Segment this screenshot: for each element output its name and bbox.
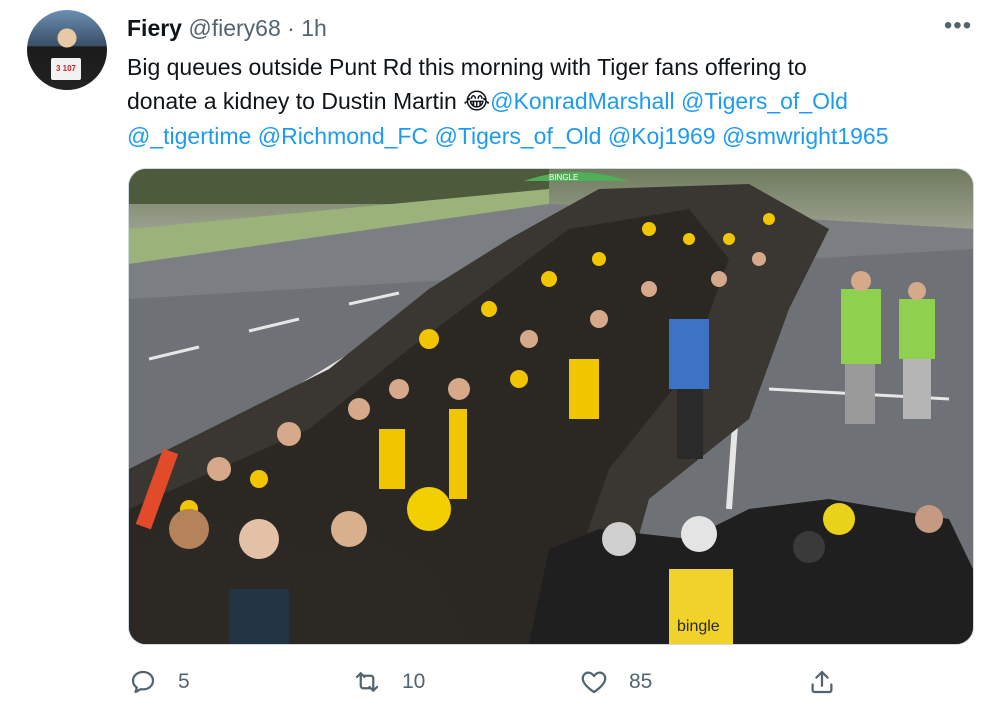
laughing-emoji-icon: 😂 bbox=[463, 89, 491, 115]
photo-illustration: BINGLE bingle bbox=[129, 169, 973, 644]
avatar-bib: 3 107 bbox=[51, 58, 81, 80]
tweet-timestamp[interactable]: 1h bbox=[301, 15, 327, 41]
reply-icon bbox=[131, 670, 155, 694]
mention-link[interactable]: @_tigertime bbox=[127, 123, 251, 149]
tweet-text-line-3: @_tigertime @Richmond_FC @Tigers_of_Old … bbox=[127, 119, 987, 153]
more-horizontal-icon[interactable]: ••• bbox=[943, 12, 973, 40]
like-button[interactable]: 85 bbox=[579, 662, 652, 702]
tweet-text-line-2: donate a kidney to Dustin Martin 😂@Konra… bbox=[127, 84, 987, 119]
tweet-text-plain: donate a kidney to Dustin Martin bbox=[127, 88, 464, 114]
reply-count: 5 bbox=[178, 670, 190, 693]
author-handle[interactable]: @fiery68 bbox=[188, 15, 280, 41]
share-button[interactable] bbox=[807, 662, 837, 702]
retweet-button[interactable]: 10 bbox=[352, 662, 425, 702]
retweet-count: 10 bbox=[402, 670, 426, 693]
tweet-text: Big queues outside Punt Rd this morning … bbox=[127, 50, 987, 153]
tweet-photo[interactable]: BINGLE bingle bbox=[128, 168, 974, 645]
author-name[interactable]: Fiery bbox=[127, 15, 182, 41]
avatar[interactable]: 3 107 bbox=[27, 10, 107, 90]
heart-icon bbox=[581, 671, 607, 694]
vest-text: bingle bbox=[677, 618, 720, 635]
tweet-text-line-1: Big queues outside Punt Rd this morning … bbox=[127, 54, 807, 80]
mention-link[interactable]: @smwright1965 bbox=[722, 123, 889, 149]
mention-link[interactable]: @Tigers_of_Old bbox=[681, 88, 848, 114]
retweet-icon bbox=[355, 672, 379, 692]
umbrella-text: BINGLE bbox=[549, 173, 578, 182]
tweet-header: Fiery @fiery68 · 1h bbox=[127, 14, 327, 42]
like-count: 85 bbox=[629, 670, 653, 693]
mention-link[interactable]: @Tigers_of_Old bbox=[434, 123, 601, 149]
mention-link[interactable]: @Koj1969 bbox=[608, 123, 716, 149]
reply-button[interactable]: 5 bbox=[128, 662, 190, 702]
separator-dot: · bbox=[287, 15, 295, 41]
mention-link[interactable]: @Richmond_FC bbox=[258, 123, 428, 149]
mention-link[interactable]: @KonradMarshall bbox=[490, 88, 674, 114]
share-icon bbox=[811, 670, 833, 694]
